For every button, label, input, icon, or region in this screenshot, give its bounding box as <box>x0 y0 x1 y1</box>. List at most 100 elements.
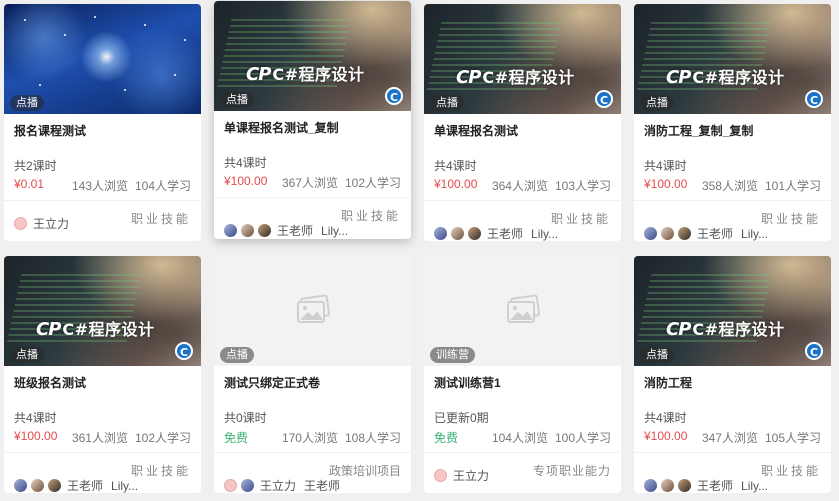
view-count: 358人浏览 <box>701 179 758 193</box>
lesson-count: 共4课时 <box>434 159 477 173</box>
teacher-avatar <box>468 226 481 240</box>
teacher-name: 王立力 <box>453 468 490 483</box>
teacher-avatar <box>644 226 657 240</box>
course-card[interactable]: CP C#程序设计 C 点播 单课程报名测试_复制 共4课时 ¥100.00 36… <box>214 1 411 239</box>
course-card[interactable]: 训练营 测试训练营1 已更新0期 免费 104人浏览 100人学习 专项职业能力 … <box>424 256 621 493</box>
course-card[interactable]: CP C#程序设计 C 点播 班级报名测试 共4课时 ¥100.00 361人浏览… <box>4 256 201 493</box>
learner-count: 102人学习 <box>134 431 191 445</box>
teacher-name: Lily... <box>111 478 139 493</box>
course-type-tag: 训练营 <box>430 347 475 363</box>
course-card[interactable]: CP C#程序设计 C 点播 单课程报名测试 共4课时 ¥100.00 364人浏… <box>424 4 621 241</box>
csharp-icon: C <box>805 90 823 108</box>
course-type-tag: 点播 <box>10 347 44 363</box>
course-title[interactable]: 单课程报名测试 <box>434 122 518 139</box>
teacher-avatar <box>48 478 61 492</box>
course-card[interactable]: CP C#程序设计 C 点播 消防工程 共4课时 ¥100.00 347人浏览 10… <box>634 256 831 493</box>
csharp-icon: C <box>175 342 193 360</box>
course-price: 免费 <box>224 431 249 445</box>
course-card[interactable]: 点播 报名课程测试 共2课时 ¥0.01 143人浏览 104人学习 职业技能 王… <box>4 4 201 241</box>
csharp-icon: C <box>805 342 823 360</box>
course-type-tag: 点播 <box>430 95 464 111</box>
teacher-name: 王老师 <box>277 223 314 238</box>
teacher-list: 王老师 Lily... <box>14 478 139 493</box>
teacher-name: Lily... <box>741 226 769 241</box>
teacher-list: 王立力 <box>14 216 70 231</box>
learner-count: 105人学习 <box>764 431 821 445</box>
cover-logo: CP C#程序设计 <box>666 319 785 340</box>
teacher-name: Lily... <box>741 478 769 493</box>
teacher-avatar <box>451 226 464 240</box>
course-stats: 104人浏览 100人学习 <box>492 429 611 446</box>
course-type-tag: 点播 <box>640 95 674 111</box>
course-title[interactable]: 测试训练营1 <box>434 374 501 391</box>
image-placeholder-icon <box>507 294 540 323</box>
course-price: ¥100.00 <box>644 177 688 191</box>
course-category: 职业技能 <box>760 212 821 226</box>
teacher-avatar <box>661 226 674 240</box>
teacher-name: Lily... <box>321 223 349 238</box>
teacher-avatar <box>31 478 44 492</box>
teacher-name: 王老师 <box>697 478 734 493</box>
course-title[interactable]: 测试只绑定正式卷 <box>224 374 320 391</box>
teacher-list: 王老师 Lily... <box>644 478 769 493</box>
teacher-avatar <box>14 216 27 230</box>
teacher-avatar <box>434 226 447 240</box>
learner-count: 102人学习 <box>344 176 401 190</box>
divider <box>214 452 411 453</box>
lesson-count: 共2课时 <box>14 159 57 173</box>
divider <box>424 452 621 453</box>
course-stats: 361人浏览 102人学习 <box>72 429 191 446</box>
view-count: 361人浏览 <box>71 431 128 445</box>
view-count: 170人浏览 <box>281 431 338 445</box>
csharp-icon: C <box>595 90 613 108</box>
course-title[interactable]: 消防工程 <box>644 374 692 391</box>
cover-logo: CP C#程序设计 <box>246 64 365 85</box>
course-card[interactable]: 点播 测试只绑定正式卷 共0课时 免费 170人浏览 108人学习 政策培训项目 … <box>214 256 411 493</box>
course-category: 专项职业能力 <box>532 464 611 478</box>
teacher-name: 王老师 <box>697 226 734 241</box>
teacher-avatar <box>241 223 254 237</box>
teacher-name: 王老师 <box>487 226 524 241</box>
course-price: ¥100.00 <box>644 429 688 443</box>
teacher-avatar <box>241 478 254 492</box>
learner-count: 101人学习 <box>764 179 821 193</box>
learner-count: 103人学习 <box>554 179 611 193</box>
teacher-avatar <box>661 478 674 492</box>
teacher-avatar <box>644 478 657 492</box>
teacher-list: 王老师 Lily... <box>224 223 349 238</box>
teacher-avatar <box>434 468 447 482</box>
course-price: ¥0.01 <box>14 177 45 191</box>
course-stats: 347人浏览 105人学习 <box>702 429 821 446</box>
divider <box>4 200 201 201</box>
course-title[interactable]: 消防工程_复制_复制 <box>644 122 753 139</box>
course-stats: 367人浏览 102人学习 <box>282 174 401 191</box>
lesson-count: 共0课时 <box>224 411 267 425</box>
view-count: 367人浏览 <box>281 176 338 190</box>
teacher-avatar <box>678 478 691 492</box>
image-placeholder-icon <box>297 294 330 323</box>
teacher-avatar <box>224 478 237 492</box>
course-stats: 358人浏览 101人学习 <box>702 177 821 194</box>
course-category: 职业技能 <box>760 464 821 478</box>
cover-logo: CP C#程序设计 <box>456 67 575 88</box>
lesson-count: 共4课时 <box>644 411 687 425</box>
course-card[interactable]: CP C#程序设计 C 点播 消防工程_复制_复制 共4课时 ¥100.00 35… <box>634 4 831 241</box>
lesson-count: 共4课时 <box>14 411 57 425</box>
divider <box>424 200 621 201</box>
course-price: ¥100.00 <box>14 429 58 443</box>
teacher-name: 王立力 <box>33 216 70 231</box>
course-price: ¥100.00 <box>434 177 478 191</box>
divider <box>634 452 831 453</box>
teacher-name: Lily... <box>531 226 559 241</box>
course-title[interactable]: 班级报名测试 <box>14 374 86 391</box>
teacher-list: 王立力 王老师 <box>224 478 340 493</box>
course-category: 职业技能 <box>340 209 401 223</box>
course-category: 职业技能 <box>550 212 611 226</box>
course-price: ¥100.00 <box>224 174 268 188</box>
course-category: 职业技能 <box>130 212 191 226</box>
course-title[interactable]: 单课程报名测试_复制 <box>224 119 339 136</box>
course-stats: 364人浏览 103人学习 <box>492 177 611 194</box>
course-stats: 170人浏览 108人学习 <box>282 429 401 446</box>
teacher-list: 王立力 <box>434 468 490 483</box>
course-title[interactable]: 报名课程测试 <box>14 122 86 139</box>
